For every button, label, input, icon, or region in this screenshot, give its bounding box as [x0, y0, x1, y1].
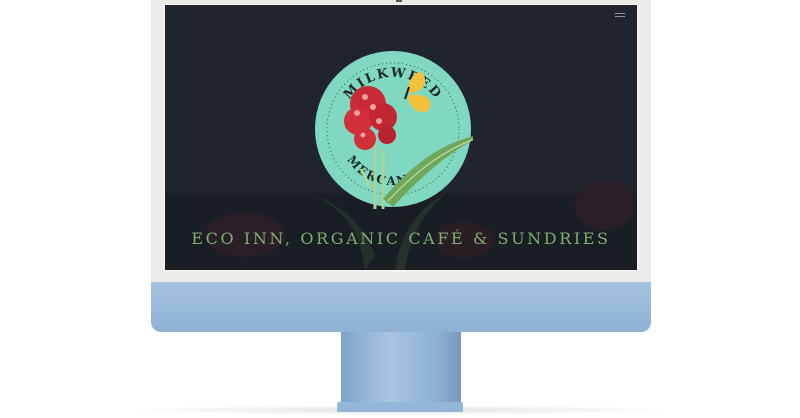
- monitor-chin: [151, 282, 651, 332]
- site-tagline: ECO INN, ORGANIC CAFÉ & SUNDRIES: [191, 229, 611, 248]
- camera-indicator: [396, 0, 402, 2]
- monitor-stand-foot: [337, 402, 463, 412]
- monitor-stand: [341, 332, 461, 404]
- hamburger-menu-icon[interactable]: [615, 13, 625, 20]
- milkweed-mercantile-logo[interactable]: MILKWEED MERCANTILE: [313, 49, 473, 209]
- website-screen: MILKWEED MERCANTILE: [165, 5, 637, 270]
